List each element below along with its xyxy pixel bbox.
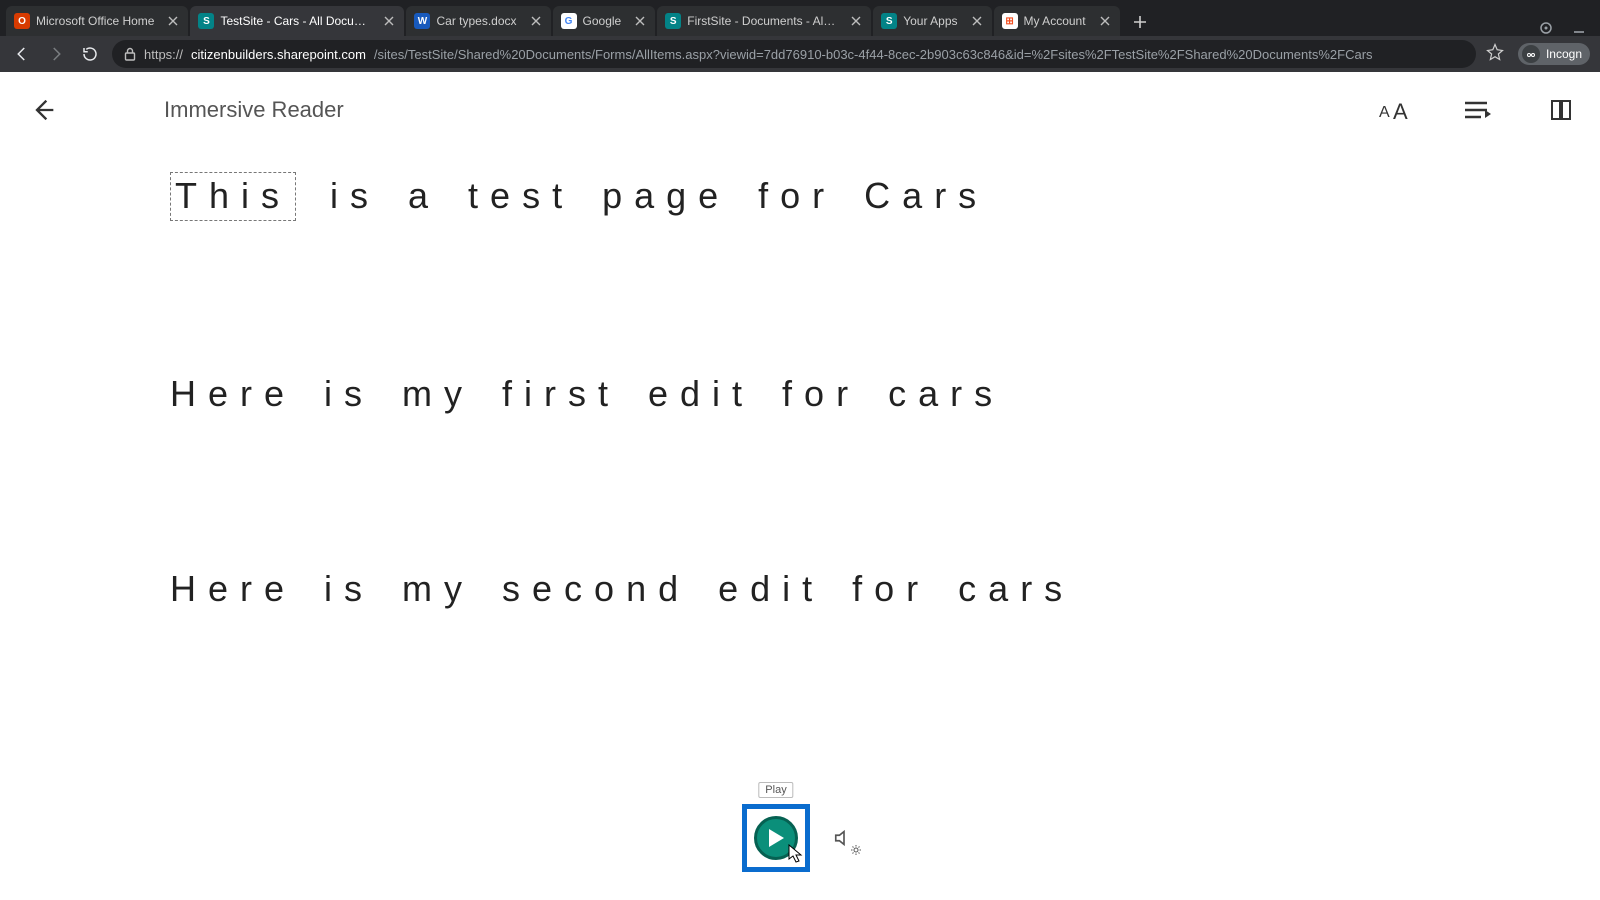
tab-strip: O Microsoft Office Home S TestSite - Car… [0, 0, 1600, 36]
close-icon[interactable] [633, 14, 647, 28]
svg-text:A: A [1379, 104, 1390, 121]
url-input[interactable]: https:// citizenbuilders.sharepoint.com/s… [112, 40, 1476, 68]
close-icon[interactable] [166, 14, 180, 28]
incognito-indicator[interactable]: Incogn [1518, 43, 1590, 65]
close-icon[interactable] [970, 14, 984, 28]
incognito-label: Incogn [1546, 47, 1582, 61]
minimize-icon[interactable] [1572, 21, 1586, 35]
tab-testsite-cars[interactable]: S TestSite - Cars - All Documents [190, 6, 404, 36]
paragraph-1-rest: is a test page for Cars [302, 175, 988, 216]
address-bar: https:// citizenbuilders.sharepoint.com/s… [0, 36, 1600, 72]
grammar-options-button[interactable] [1460, 92, 1496, 128]
page-viewport: Immersive Reader AA This is a test page … [0, 72, 1600, 900]
immersive-reader-toolbar: Immersive Reader AA [0, 90, 1600, 130]
tab-firstsite-documents[interactable]: S FirstSite - Documents - All Docu… [657, 6, 871, 36]
playback-controls: Play [0, 804, 1600, 872]
tab-my-account[interactable]: ⊞ My Account [994, 6, 1120, 36]
paragraph-3: Here is my second edit for cars [170, 566, 1540, 611]
window-controls [1538, 20, 1600, 36]
immersive-reader-title: Immersive Reader [164, 97, 344, 123]
document-content: This is a test page for Cars Here is my … [170, 172, 1540, 761]
play-button[interactable] [742, 804, 810, 872]
url-scheme: https:// [144, 47, 183, 62]
current-word-highlight: This [170, 172, 296, 221]
lock-icon [124, 47, 136, 61]
favicon: O [14, 13, 30, 29]
paragraph-1: This is a test page for Cars [170, 172, 1540, 221]
tab-office-home[interactable]: O Microsoft Office Home [6, 6, 188, 36]
tab-car-types-docx[interactable]: W Car types.docx [406, 6, 550, 36]
forward-button[interactable] [44, 42, 68, 66]
favicon: W [414, 13, 430, 29]
incognito-icon [1522, 45, 1540, 63]
browser-chrome: O Microsoft Office Home S TestSite - Car… [0, 0, 1600, 72]
close-icon[interactable] [849, 14, 863, 28]
play-tooltip: Play [758, 782, 793, 798]
favicon: ⊞ [1002, 13, 1018, 29]
voice-settings-button[interactable] [830, 824, 858, 852]
play-icon [754, 816, 798, 860]
close-icon[interactable] [1098, 14, 1112, 28]
gear-icon [850, 844, 862, 856]
url-host: citizenbuilders.sharepoint.com [191, 47, 366, 62]
back-button[interactable] [10, 42, 34, 66]
url-path: /sites/TestSite/Shared%20Documents/Forms… [374, 47, 1373, 62]
paragraph-2: Here is my first edit for cars [170, 371, 1540, 416]
text-preferences-button[interactable]: AA [1376, 92, 1412, 128]
tab-title: FirstSite - Documents - All Docu… [687, 14, 837, 28]
extensions-icon[interactable] [1538, 20, 1554, 36]
reading-preferences-button[interactable] [1544, 92, 1580, 128]
tab-your-apps[interactable]: S Your Apps [873, 6, 991, 36]
tab-title: Car types.docx [436, 14, 516, 28]
tab-title: Microsoft Office Home [36, 14, 154, 28]
tab-title: Your Apps [903, 14, 957, 28]
tab-title: My Account [1024, 14, 1086, 28]
tab-title: Google [583, 14, 622, 28]
svg-text:A: A [1393, 99, 1408, 123]
close-icon[interactable] [382, 14, 396, 28]
favicon: G [561, 13, 577, 29]
new-tab-button[interactable] [1126, 8, 1154, 36]
tab-title: TestSite - Cars - All Documents [220, 14, 370, 28]
bookmark-icon[interactable] [1486, 43, 1504, 66]
reload-button[interactable] [78, 42, 102, 66]
favicon: S [198, 13, 214, 29]
tab-google[interactable]: G Google [553, 6, 656, 36]
close-icon[interactable] [529, 14, 543, 28]
favicon: S [881, 13, 897, 29]
favicon: S [665, 13, 681, 29]
exit-reader-button[interactable] [24, 90, 64, 130]
